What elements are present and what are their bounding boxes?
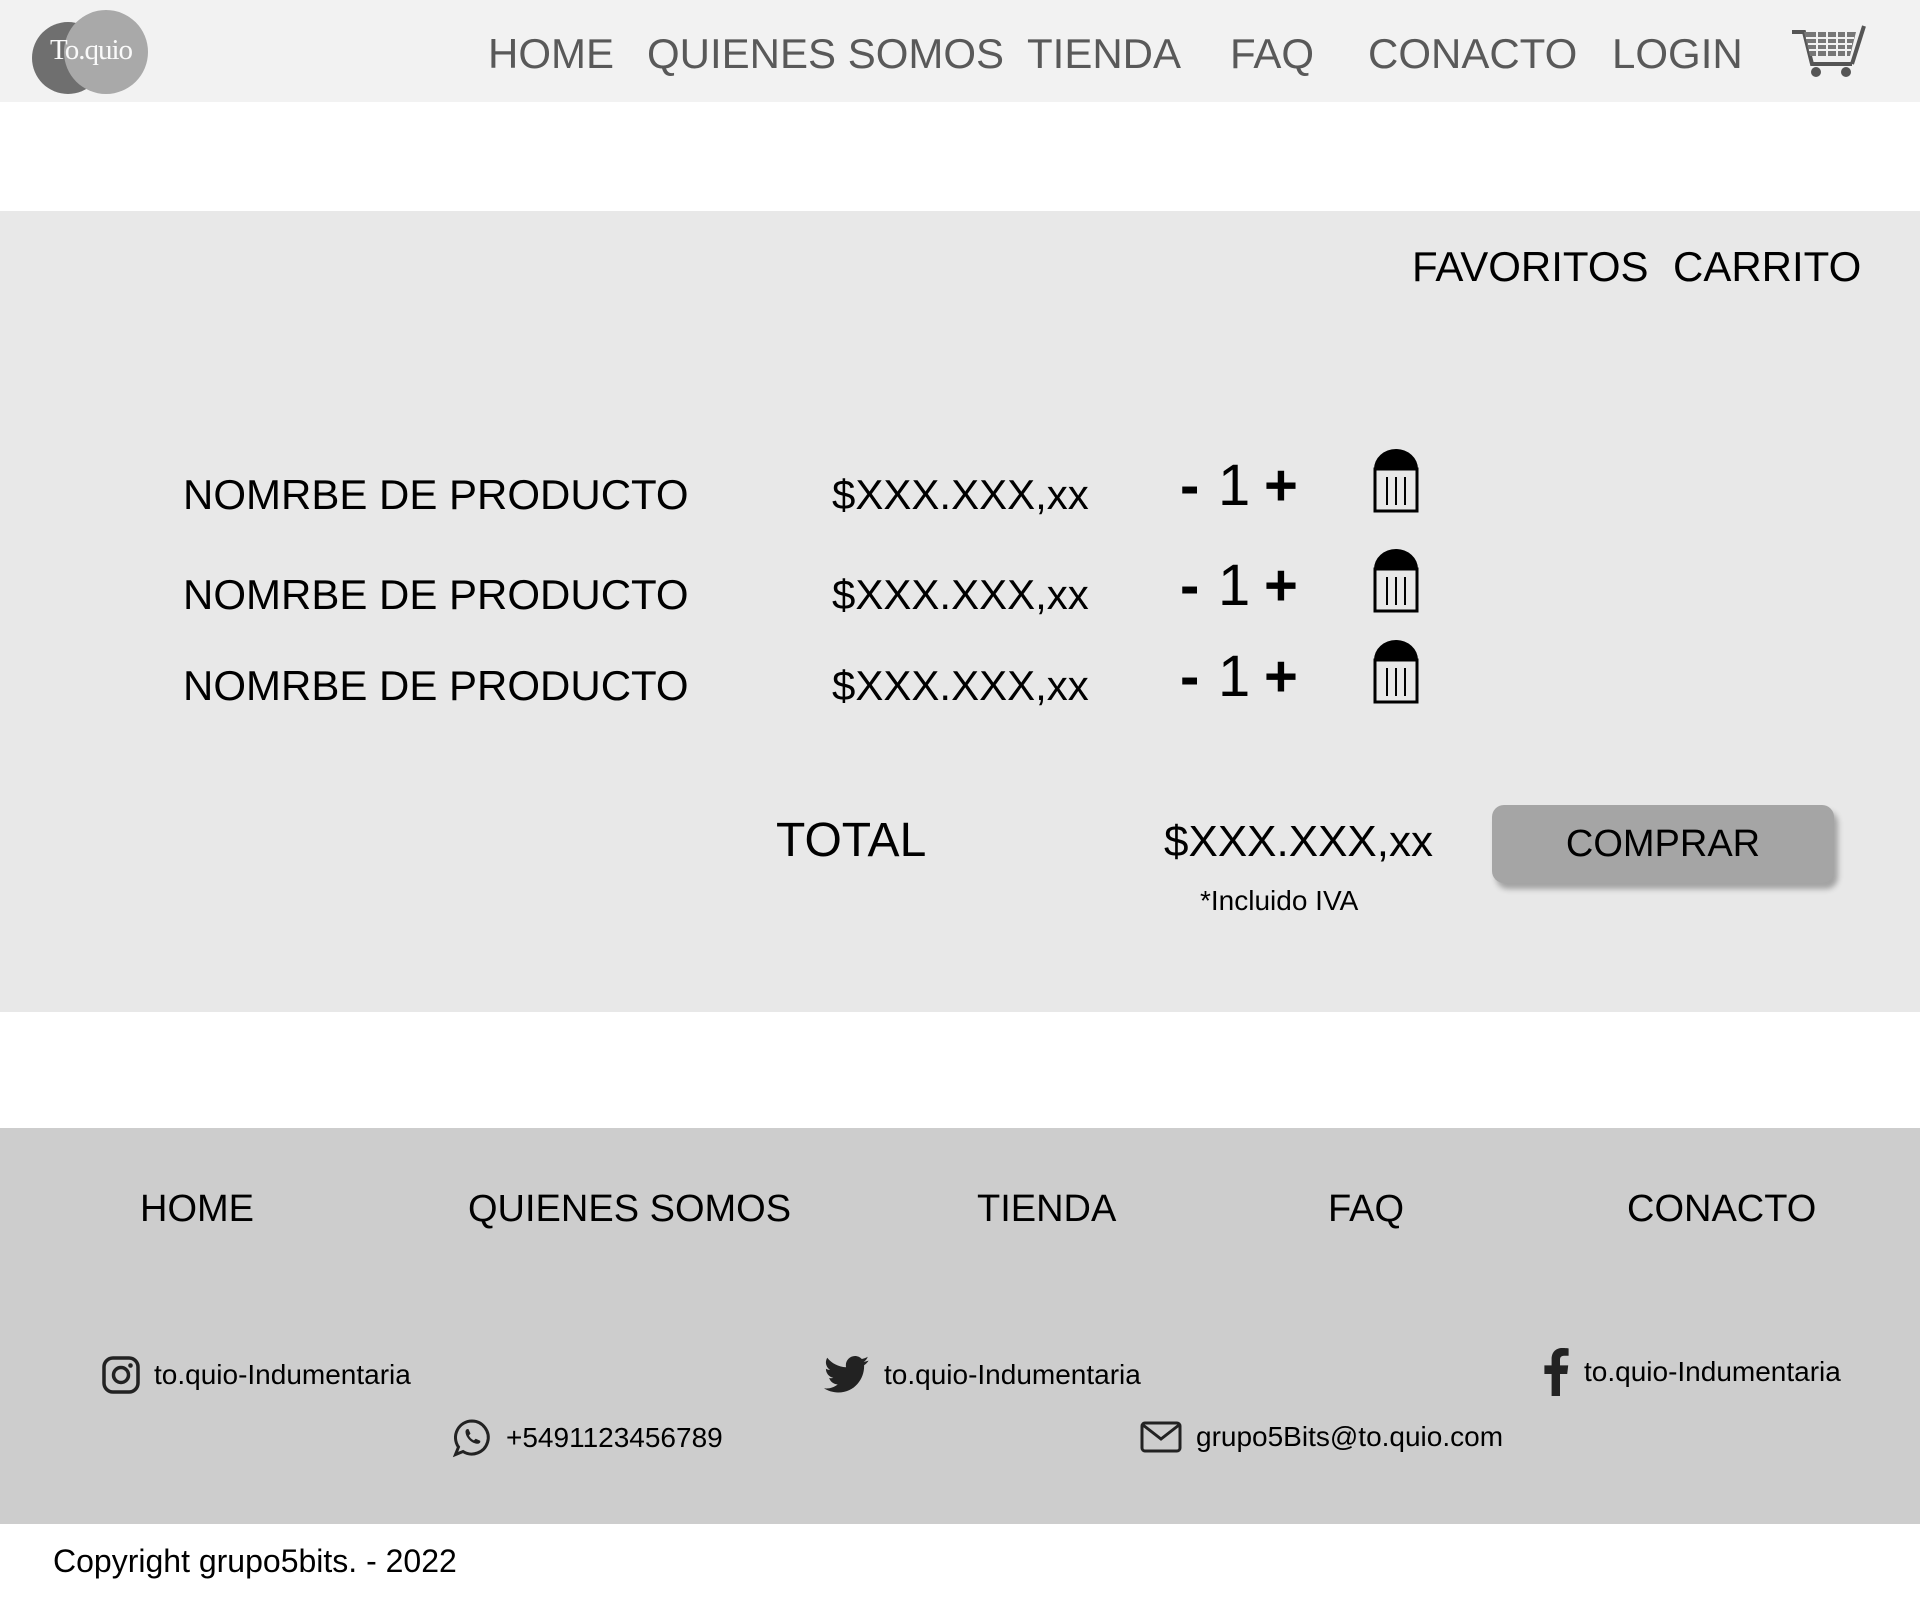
product-price: $XXX.XXX,xx — [832, 471, 1089, 518]
product-price: $XXX.XXX,xx — [832, 571, 1089, 618]
nav-contacto[interactable]: CONACTO — [1368, 30, 1577, 78]
footer-nav-tienda[interactable]: TIENDA — [977, 1188, 1116, 1231]
total-label: TOTAL — [776, 814, 927, 867]
increase-quantity-button[interactable]: + — [1264, 648, 1298, 706]
trash-icon[interactable] — [1372, 547, 1420, 613]
whatsapp-link[interactable]: +5491123456789 — [452, 1418, 723, 1458]
email-address: grupo5Bits@to.quio.com — [1196, 1421, 1504, 1452]
facebook-icon — [1544, 1348, 1569, 1396]
twitter-link[interactable]: to.quio-Indumentaria — [824, 1356, 1141, 1394]
logo-text: To.quio — [50, 34, 133, 66]
nav-tienda[interactable]: TIENDA — [1027, 30, 1181, 78]
increase-quantity-button[interactable]: + — [1264, 457, 1298, 515]
cart-item-row: NOMRBE DE PRODUCTO $XXX.XXX,xx - 1 + — [0, 549, 1920, 643]
shopping-cart-icon[interactable] — [1790, 22, 1868, 80]
footer-nav-faq[interactable]: FAQ — [1328, 1188, 1404, 1231]
facebook-link[interactable]: to.quio-Indumentaria — [1542, 1348, 1841, 1396]
increase-quantity-button[interactable]: + — [1264, 557, 1298, 615]
twitter-icon — [824, 1356, 870, 1393]
whatsapp-number: +5491123456789 — [506, 1422, 723, 1453]
facebook-handle: to.quio-Indumentaria — [1584, 1356, 1841, 1387]
instagram-icon — [102, 1356, 140, 1394]
whatsapp-icon — [452, 1419, 490, 1458]
brand-logo[interactable]: To.quio — [32, 10, 148, 94]
product-name: NOMRBE DE PRODUCTO — [183, 471, 689, 518]
footer-nav-contacto[interactable]: CONACTO — [1627, 1188, 1816, 1231]
buy-button[interactable]: COMPRAR — [1492, 805, 1834, 883]
cart-item-row: NOMRBE DE PRODUCTO $XXX.XXX,xx - 1 + — [0, 640, 1920, 734]
mail-icon — [1140, 1421, 1182, 1453]
tab-favoritos[interactable]: FAVORITOS — [1412, 243, 1649, 291]
product-name: NOMRBE DE PRODUCTO — [183, 571, 689, 618]
instagram-link[interactable]: to.quio-Indumentaria — [102, 1356, 411, 1394]
product-price: $XXX.XXX,xx — [832, 662, 1089, 709]
email-link[interactable]: grupo5Bits@to.quio.com — [1140, 1420, 1503, 1454]
quantity-value: 1 — [1218, 644, 1251, 709]
nav-home[interactable]: HOME — [488, 30, 614, 78]
tab-carrito[interactable]: CARRITO — [1673, 243, 1861, 291]
iva-note: *Incluido IVA — [1200, 885, 1359, 916]
total-value: $XXX.XXX,xx — [1164, 817, 1434, 866]
quantity-value: 1 — [1218, 553, 1251, 618]
decrease-quantity-button[interactable]: - — [1180, 648, 1199, 706]
trash-icon[interactable] — [1372, 638, 1420, 704]
copyright-text: Copyright grupo5bits. - 2022 — [53, 1543, 457, 1579]
product-name: NOMRBE DE PRODUCTO — [183, 662, 689, 709]
top-header: To.quio HOME QUIENES SOMOS TIENDA FAQ CO… — [0, 0, 1920, 102]
instagram-handle: to.quio-Indumentaria — [154, 1359, 411, 1390]
footer-nav-quienes-somos[interactable]: QUIENES SOMOS — [468, 1188, 791, 1231]
cart-section: FAVORITOS CARRITO NOMRBE DE PRODUCTO $XX… — [0, 211, 1920, 1012]
site-footer: HOME QUIENES SOMOS TIENDA FAQ CONACTO to… — [0, 1128, 1920, 1524]
footer-nav-home[interactable]: HOME — [140, 1188, 254, 1231]
nav-faq[interactable]: FAQ — [1230, 30, 1314, 78]
trash-icon[interactable] — [1372, 447, 1420, 513]
quantity-value: 1 — [1218, 453, 1251, 518]
nav-quienes-somos[interactable]: QUIENES SOMOS — [647, 30, 1004, 78]
decrease-quantity-button[interactable]: - — [1180, 457, 1199, 515]
nav-login[interactable]: LOGIN — [1612, 30, 1743, 78]
twitter-handle: to.quio-Indumentaria — [884, 1359, 1141, 1390]
cart-item-row: NOMRBE DE PRODUCTO $XXX.XXX,xx - 1 + — [0, 449, 1920, 543]
decrease-quantity-button[interactable]: - — [1180, 557, 1199, 615]
